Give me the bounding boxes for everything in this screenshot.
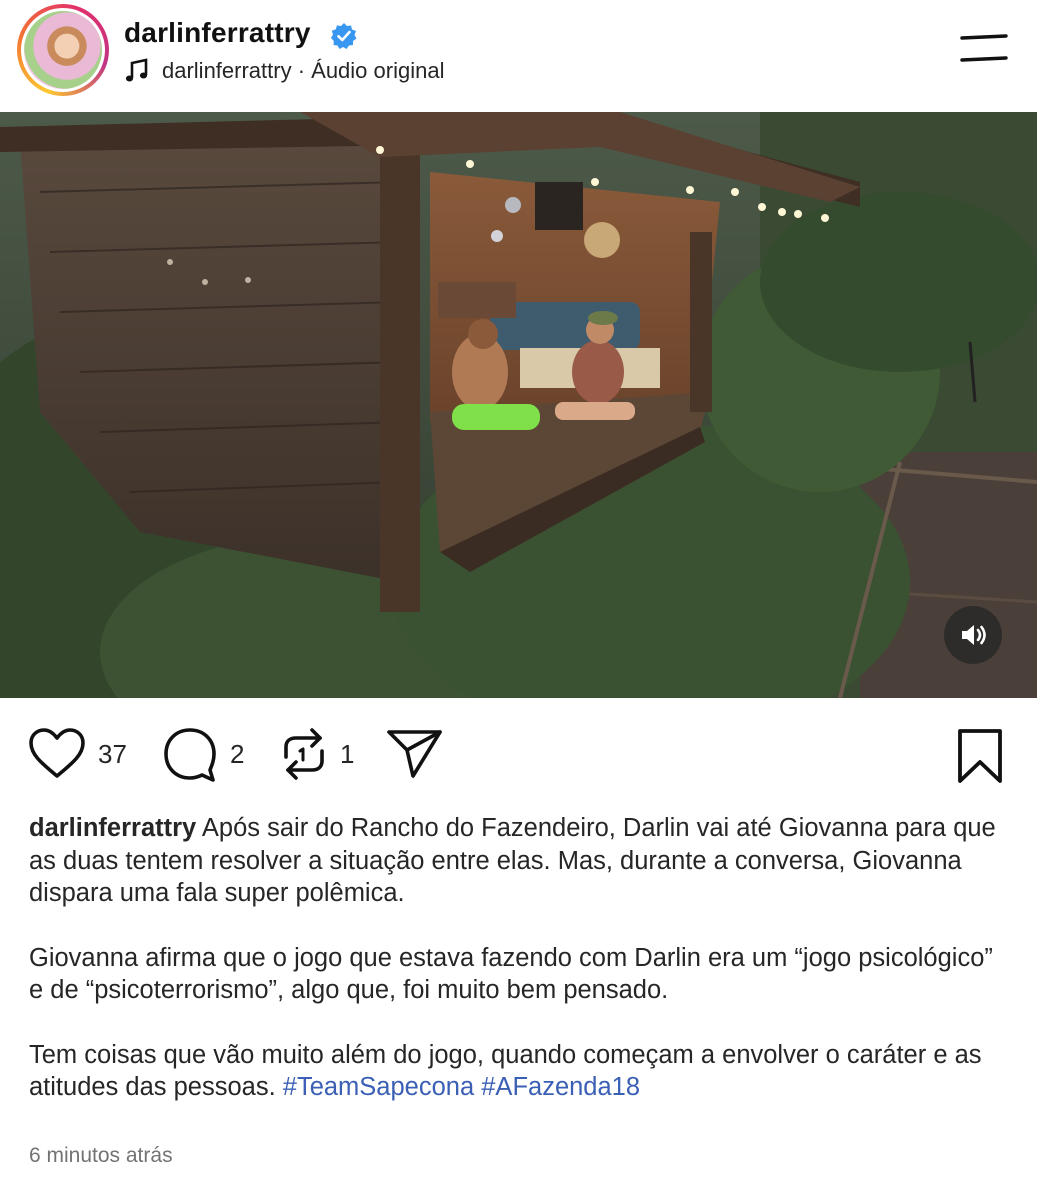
like-count: 37 xyxy=(98,738,127,769)
music-note-icon xyxy=(125,58,148,82)
post-caption: darlinferrattry Após sair do Rancho do F… xyxy=(29,812,1009,1136)
avatar[interactable] xyxy=(17,4,109,96)
caption-text-2: Giovanna afirma que o jogo que estava fa… xyxy=(29,943,993,1005)
repost-button[interactable]: 1 xyxy=(280,718,354,790)
caption-paragraph-1: darlinferrattry Após sair do Rancho do F… xyxy=(29,812,1009,910)
speaker-icon xyxy=(962,625,986,645)
caption-paragraph-2: Giovanna afirma que o jogo que estava fa… xyxy=(29,942,1009,1007)
video-frame xyxy=(0,112,1037,698)
share-button[interactable] xyxy=(386,718,444,790)
repost-icon xyxy=(284,728,324,780)
hashtag-afazenda18[interactable]: #AFazenda18 xyxy=(481,1073,640,1101)
like-button[interactable]: 37 xyxy=(28,718,127,790)
send-icon xyxy=(387,730,442,778)
post-header: darlinferrattry darlinferrattry · Áudio … xyxy=(0,0,1037,112)
heart-icon xyxy=(29,728,85,778)
comment-count: 2 xyxy=(230,738,245,769)
verified-badge-icon xyxy=(331,23,357,49)
caption-paragraph-3: Tem coisas que vão muito além do jogo, q… xyxy=(29,1039,1009,1104)
avatar-image xyxy=(24,11,102,89)
audio-label: darlinferrattry · Áudio original xyxy=(162,58,445,83)
action-bar: 37 2 1 xyxy=(0,718,1037,790)
audio-info[interactable]: darlinferrattry · Áudio original xyxy=(124,56,444,86)
username[interactable]: darlinferrattry xyxy=(124,17,311,49)
hashtag-teamsapecona[interactable]: #TeamSapecona xyxy=(283,1073,474,1101)
comment-bubble-icon xyxy=(164,728,216,782)
repost-count: 1 xyxy=(340,738,355,769)
menu-icon[interactable] xyxy=(960,34,1008,64)
comment-button[interactable]: 2 xyxy=(162,718,244,790)
post-video[interactable] xyxy=(0,112,1037,698)
post-timestamp: 6 minutos atrás xyxy=(29,1144,173,1167)
sound-toggle-button[interactable] xyxy=(944,606,1002,664)
bookmark-icon[interactable] xyxy=(954,728,1006,784)
caption-username[interactable]: darlinferrattry xyxy=(29,814,196,842)
